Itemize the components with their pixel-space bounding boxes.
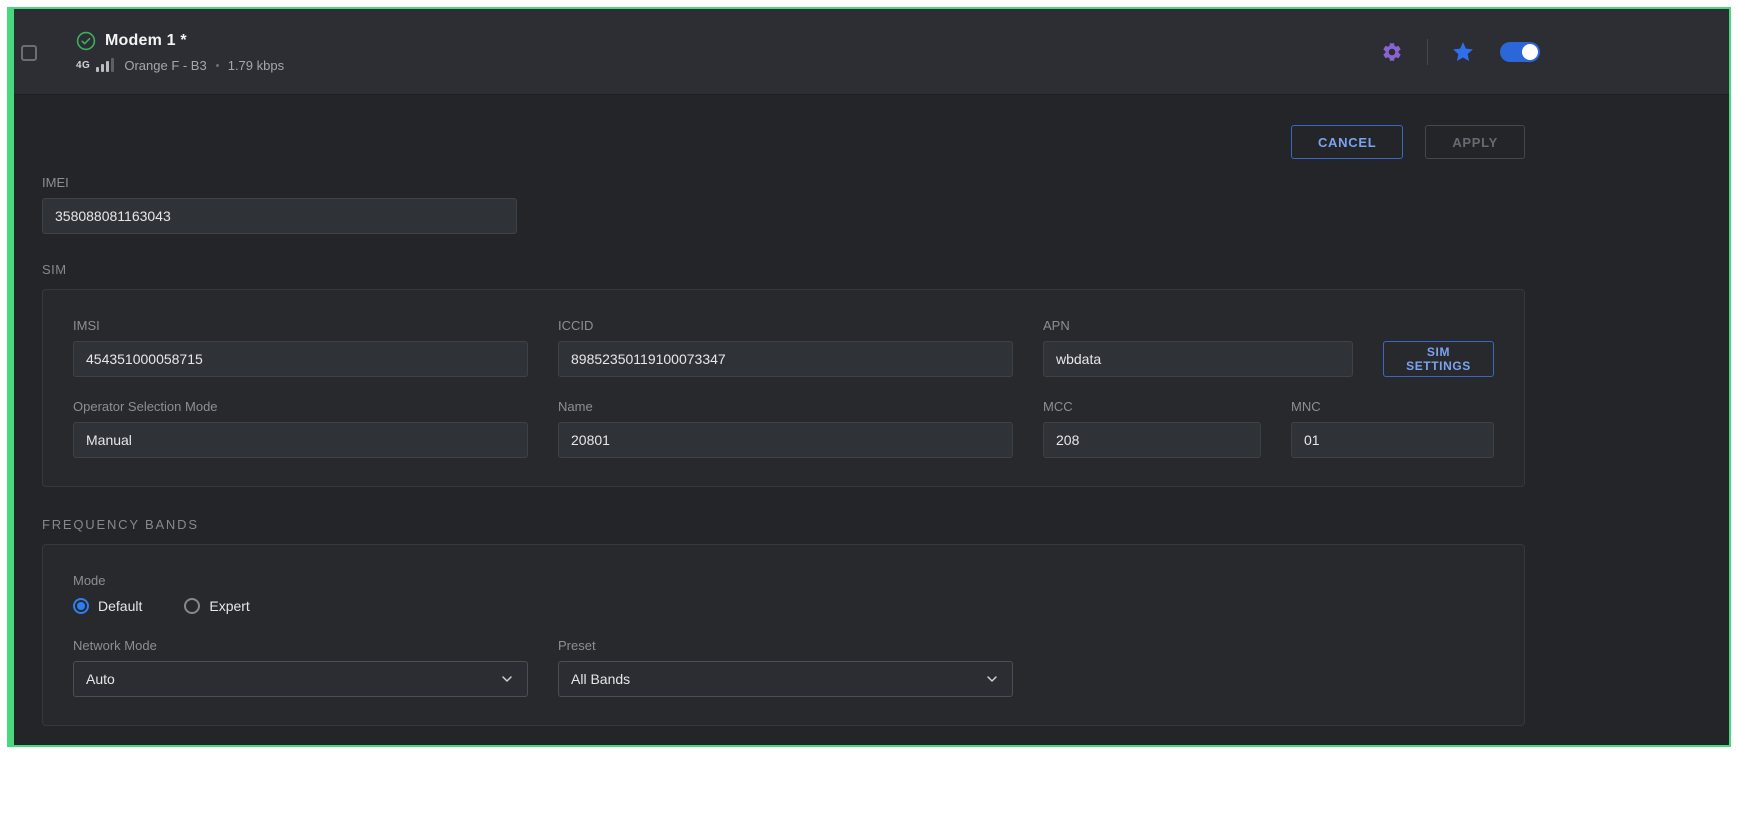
network-mode-select-value: Auto <box>86 671 115 687</box>
network-mode-select[interactable]: Auto <box>73 661 528 697</box>
mnc-label: MNC <box>1291 399 1494 414</box>
network-name-field-group: Name <box>558 399 1013 458</box>
network-name-label: Name <box>558 399 1013 414</box>
header-divider <box>1427 39 1428 65</box>
mode-expert-radio-label: Expert <box>209 598 249 614</box>
bitrate-label: 1.79 kbps <box>228 58 284 73</box>
sim-settings-container: SIM SETTINGS <box>1383 341 1494 377</box>
operator-mode-label: Operator Selection Mode <box>73 399 528 414</box>
modem-window: Modem 1 * 4G Orange F - B3 1.79 kbps <box>7 7 1731 747</box>
settings-gear-icon[interactable] <box>1381 41 1403 63</box>
form-actions: CANCEL APPLY <box>42 125 1525 159</box>
imsi-field-group: IMSI <box>73 318 528 377</box>
apn-label: APN <box>1043 318 1353 333</box>
modem-title-row: Modem 1 * <box>76 31 284 51</box>
iccid-field-group: ICCID <box>558 318 1013 377</box>
operator-mode-field-group: Operator Selection Mode <box>73 399 528 458</box>
mode-label: Mode <box>73 573 1494 588</box>
signal-strength-icon <box>96 58 114 72</box>
operator-label: Orange F - B3 <box>124 58 206 73</box>
dot-separator <box>216 64 219 67</box>
mnc-field-group: MNC <box>1291 399 1494 458</box>
status-ok-icon <box>76 31 96 51</box>
preset-label: Preset <box>558 638 1013 653</box>
network-mode-label: Network Mode <box>73 638 528 653</box>
sim-panel: IMSI ICCID APN SIM SETTINGS Operator Sel… <box>42 289 1525 487</box>
sim-row-1: IMSI ICCID APN SIM SETTINGS <box>73 318 1494 377</box>
sim-settings-button[interactable]: SIM SETTINGS <box>1383 341 1494 377</box>
frequency-bands-section-label: FREQUENCY BANDS <box>42 517 1525 532</box>
modem-select-checkbox[interactable] <box>21 45 37 61</box>
cancel-button[interactable]: CANCEL <box>1291 125 1403 159</box>
imsi-input[interactable] <box>73 341 528 377</box>
favorite-star-icon[interactable] <box>1452 41 1474 63</box>
apn-field-group: APN <box>1043 318 1353 377</box>
preset-field-group: Preset All Bands <box>558 638 1013 697</box>
apn-input[interactable] <box>1043 341 1353 377</box>
operator-mode-input[interactable] <box>73 422 528 458</box>
network-tech-label: 4G <box>76 60 90 71</box>
mcc-input[interactable] <box>1043 422 1261 458</box>
modem-status-row: 4G Orange F - B3 1.79 kbps <box>76 58 284 73</box>
modem-enable-toggle[interactable] <box>1500 42 1540 62</box>
preset-select-value: All Bands <box>571 671 630 687</box>
modem-title: Modem 1 * <box>105 32 187 50</box>
mode-default-radio-dot <box>73 598 89 614</box>
network-mode-field-group: Network Mode Auto <box>73 638 528 697</box>
imei-label: IMEI <box>42 175 517 190</box>
apply-button[interactable]: APPLY <box>1425 125 1525 159</box>
iccid-input[interactable] <box>558 341 1013 377</box>
imsi-label: IMSI <box>73 318 528 333</box>
preset-select[interactable]: All Bands <box>558 661 1013 697</box>
mode-expert-radio[interactable]: Expert <box>184 598 249 614</box>
network-name-input[interactable] <box>558 422 1013 458</box>
mcc-label: MCC <box>1043 399 1261 414</box>
mode-expert-radio-dot <box>184 598 200 614</box>
mode-default-radio-label: Default <box>98 598 142 614</box>
sim-row-2: Operator Selection Mode Name MCC MNC <box>73 399 1494 458</box>
chevron-down-icon <box>499 671 515 687</box>
header-actions <box>1381 39 1540 65</box>
mode-default-radio[interactable]: Default <box>73 598 142 614</box>
modem-header: Modem 1 * 4G Orange F - B3 1.79 kbps <box>14 9 1729 95</box>
mnc-input[interactable] <box>1291 422 1494 458</box>
chevron-down-icon <box>984 671 1000 687</box>
modem-info: Modem 1 * 4G Orange F - B3 1.79 kbps <box>76 31 284 73</box>
frequency-bands-panel: Mode Default Expert Network Mode Auto <box>42 544 1525 726</box>
modem-settings-form: CANCEL APPLY IMEI SIM IMSI ICCID APN <box>14 95 1729 726</box>
imei-input[interactable] <box>42 198 517 234</box>
frequency-selects-row: Network Mode Auto Preset All Bands <box>73 638 1494 697</box>
mcc-field-group: MCC <box>1043 399 1261 458</box>
sim-section-label: SIM <box>42 262 1525 277</box>
mode-radio-group: Default Expert <box>73 598 1494 614</box>
imei-field-group: IMEI <box>42 175 517 234</box>
toggle-knob <box>1522 44 1538 60</box>
iccid-label: ICCID <box>558 318 1013 333</box>
